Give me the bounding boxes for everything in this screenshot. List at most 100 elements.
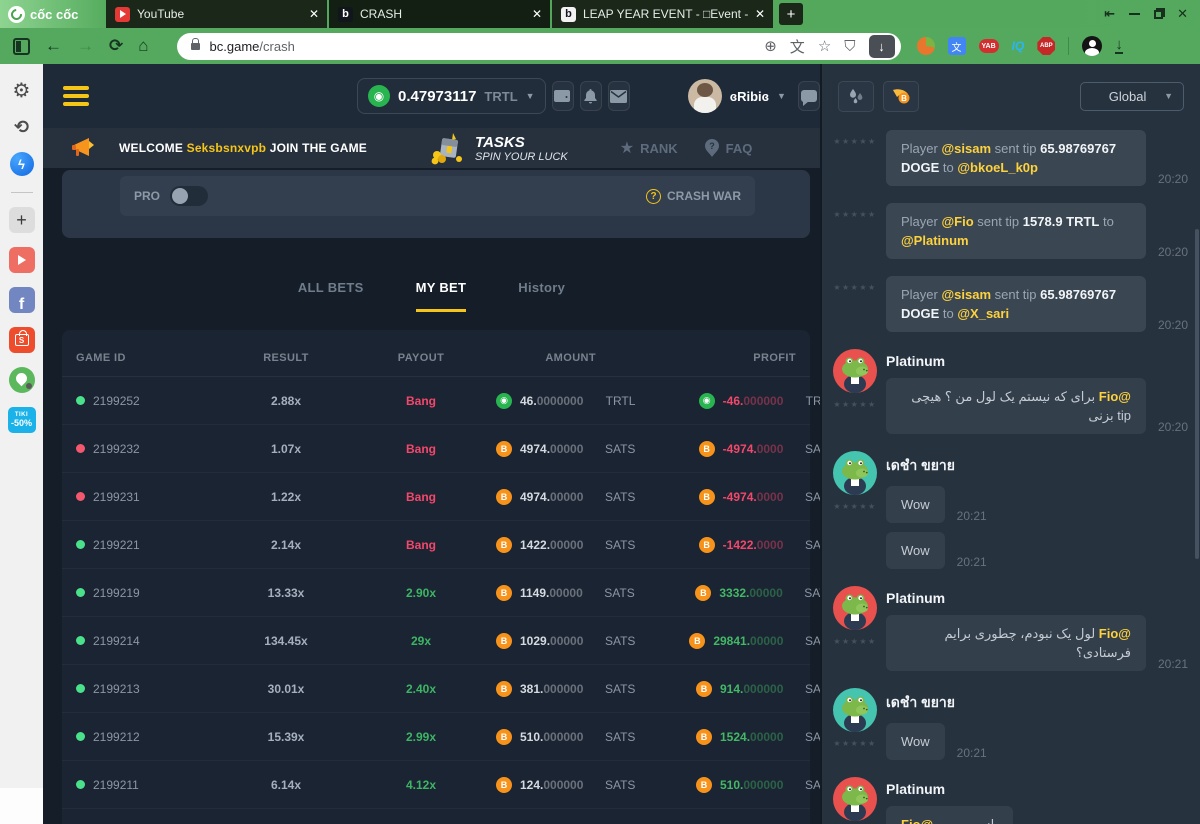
balance-selector[interactable]: 0.47973117 TRTL ▼ [357, 78, 546, 114]
tab-close-icon[interactable]: ✕ [755, 7, 765, 21]
messenger-icon[interactable]: ϟ [10, 152, 34, 176]
table-row: 219921330.01x2.40x381.000000SATS914.0000… [62, 665, 810, 713]
chat-panel: B Global ▼ ★★★★★Player @sisam sent tip 6… [820, 64, 1200, 824]
wallet-button[interactable] [552, 81, 574, 111]
tip-stars-col: ★★★★★ [830, 203, 880, 268]
tab-my-bet[interactable]: MY BET [416, 280, 467, 312]
tab-all-bets[interactable]: ALL BETS [298, 280, 364, 312]
divider [11, 192, 33, 193]
notifications-button[interactable] [580, 81, 602, 111]
user-avatar[interactable] [688, 79, 722, 113]
chat-username[interactable]: เดชำ ขยาย [886, 455, 1188, 477]
message-content: เดชำ ขยายWow20:21 [880, 688, 1188, 769]
chat-username[interactable]: Platinum [886, 353, 1188, 369]
new-tab-button[interactable]: + [779, 3, 803, 25]
forward-icon[interactable]: → [77, 36, 94, 56]
mention: @Fio [1099, 389, 1131, 404]
bets-tabs: ALL BETS MY BET History [43, 280, 820, 312]
user-menu[interactable]: ɞRibiɞ ▼ [688, 79, 786, 113]
add-shortcut-button[interactable]: + [9, 207, 35, 233]
extension-abp-icon[interactable]: ABP [1037, 37, 1055, 55]
crash-war-link[interactable]: ? CRASH WAR [646, 189, 741, 204]
chat-username[interactable]: Platinum [886, 590, 1188, 606]
chat-bubble: @Fio برای که نیستم یک لول من ؟ هیچی tip … [886, 378, 1146, 434]
message-content: Platinumبازم مرسی @Fio20:21 [880, 777, 1188, 824]
shield-icon[interactable]: ⛉ [844, 38, 855, 55]
minimize-button[interactable] [1129, 13, 1140, 15]
restore-button[interactable] [1154, 10, 1163, 19]
chat-username[interactable]: Platinum [886, 781, 1188, 797]
rain-button[interactable] [838, 81, 874, 112]
rank-link[interactable]: ★ RANK [620, 138, 678, 158]
extension-coccoc-icon[interactable] [917, 37, 935, 55]
tab-history[interactable]: History [518, 280, 565, 312]
tab-crash[interactable]: b CRASH ✕ [329, 0, 550, 28]
urlbar-icons: ⊕ 文 ☆ ⛉ ↓ [764, 35, 894, 58]
extension-iq-icon[interactable]: IQ [1012, 39, 1025, 53]
chat-message-list[interactable]: ★★★★★Player @sisam sent tip 65.98769767 … [822, 128, 1200, 824]
welcome-player-name: Seksbsnxvpb [187, 141, 267, 155]
home-icon[interactable]: ⌂ [138, 36, 148, 56]
btc-coin-icon [496, 681, 512, 697]
tab-close-icon[interactable]: ✕ [532, 7, 542, 21]
close-button[interactable]: ✕ [1177, 6, 1188, 22]
browser-logo[interactable]: cốc cốc [0, 0, 106, 28]
lock-icon[interactable] [191, 43, 200, 50]
address-bar[interactable]: bc.game/crash ⊕ 文 ☆ ⛉ ↓ [177, 33, 901, 60]
pro-toggle[interactable] [170, 186, 208, 206]
crocodile-avatar[interactable] [833, 451, 877, 495]
amount-cell: 381.000000SATS [496, 681, 635, 697]
reload-icon[interactable]: ⟳ [109, 36, 123, 56]
youtube-shortcut-icon[interactable] [9, 247, 35, 273]
megaphone-icon [71, 137, 97, 159]
tasks-shortcut[interactable]: TASKS SPIN YOUR LUCK [429, 131, 568, 165]
settings-gear-icon[interactable]: ⚙ [13, 78, 31, 103]
game-id-cell: 2199214 [76, 634, 226, 648]
table-header-row: GAME ID RESULT PAYOUT AMOUNT PROFIT [62, 330, 810, 377]
zoom-plus-icon[interactable]: ⊕ [764, 37, 777, 55]
history-icon[interactable]: ⟲ [14, 117, 29, 138]
game-status-dot [76, 492, 85, 501]
chat-username[interactable]: เดชำ ขยาย [886, 692, 1188, 714]
translate-icon[interactable]: 文 [790, 36, 805, 57]
tab-leap-year-event[interactable]: b LEAP YEAR EVENT - □Event - C ✕ [552, 0, 773, 28]
table-row: 21992321.07xBang4974.00000SATS-4974.0000… [62, 425, 810, 473]
pin-side-icon[interactable]: ⇤ [1104, 6, 1115, 22]
back-icon[interactable]: ← [45, 36, 62, 56]
extension-translate-icon[interactable]: 文 [948, 37, 966, 55]
tab-youtube[interactable]: YouTube ✕ [106, 0, 327, 28]
downloads-icon[interactable]: ↓ [1115, 38, 1123, 54]
profile-icon[interactable] [1082, 36, 1102, 56]
avatar-col: ★★★★★ [830, 688, 880, 769]
extension-yab-icon[interactable]: YAB [979, 39, 999, 53]
shopee-shortcut-icon[interactable]: S [9, 327, 35, 353]
chevron-down-icon: ▼ [777, 91, 786, 101]
crocodile-avatar[interactable] [833, 777, 877, 821]
crocodile-avatar[interactable] [833, 349, 877, 393]
chat-toggle-button[interactable] [798, 81, 820, 111]
avatar-col: ★★★★★ [830, 586, 880, 680]
download-button[interactable]: ↓ [869, 35, 895, 58]
coccoc-logo-icon [8, 6, 25, 23]
url-text[interactable]: bc.game/crash [210, 39, 295, 54]
faq-link[interactable]: ? FAQ [704, 139, 753, 157]
crocodile-avatar[interactable] [833, 688, 877, 732]
sidebar-toggle-icon[interactable] [13, 38, 30, 55]
coccoc-shortcut-icon[interactable] [9, 367, 35, 393]
message-time: 20:21 [1158, 657, 1188, 671]
chat-scrollbar[interactable] [1195, 229, 1199, 559]
message-time: 20:21 [957, 746, 987, 760]
browser-toolbar: ← → ⟳ ⌂ bc.game/crash ⊕ 文 ☆ ⛉ ↓ 文 YAB IQ… [0, 28, 1200, 64]
facebook-shortcut-icon[interactable]: f [9, 287, 35, 313]
bookmark-star-icon[interactable]: ☆ [818, 37, 831, 55]
tiki-shortcut-icon[interactable]: TIKI -50% [8, 407, 36, 433]
coin-drop-button[interactable]: B [883, 81, 919, 112]
chat-header: B Global ▼ [822, 64, 1200, 128]
tab-close-icon[interactable]: ✕ [309, 7, 319, 21]
tasks-subtitle: SPIN YOUR LUCK [475, 151, 568, 163]
channel-selector[interactable]: Global ▼ [1080, 82, 1184, 111]
menu-hamburger-icon[interactable] [63, 86, 89, 106]
profit-cell: -1422.0000SATS [635, 537, 820, 553]
crocodile-avatar[interactable] [833, 586, 877, 630]
messages-button[interactable] [608, 81, 630, 111]
